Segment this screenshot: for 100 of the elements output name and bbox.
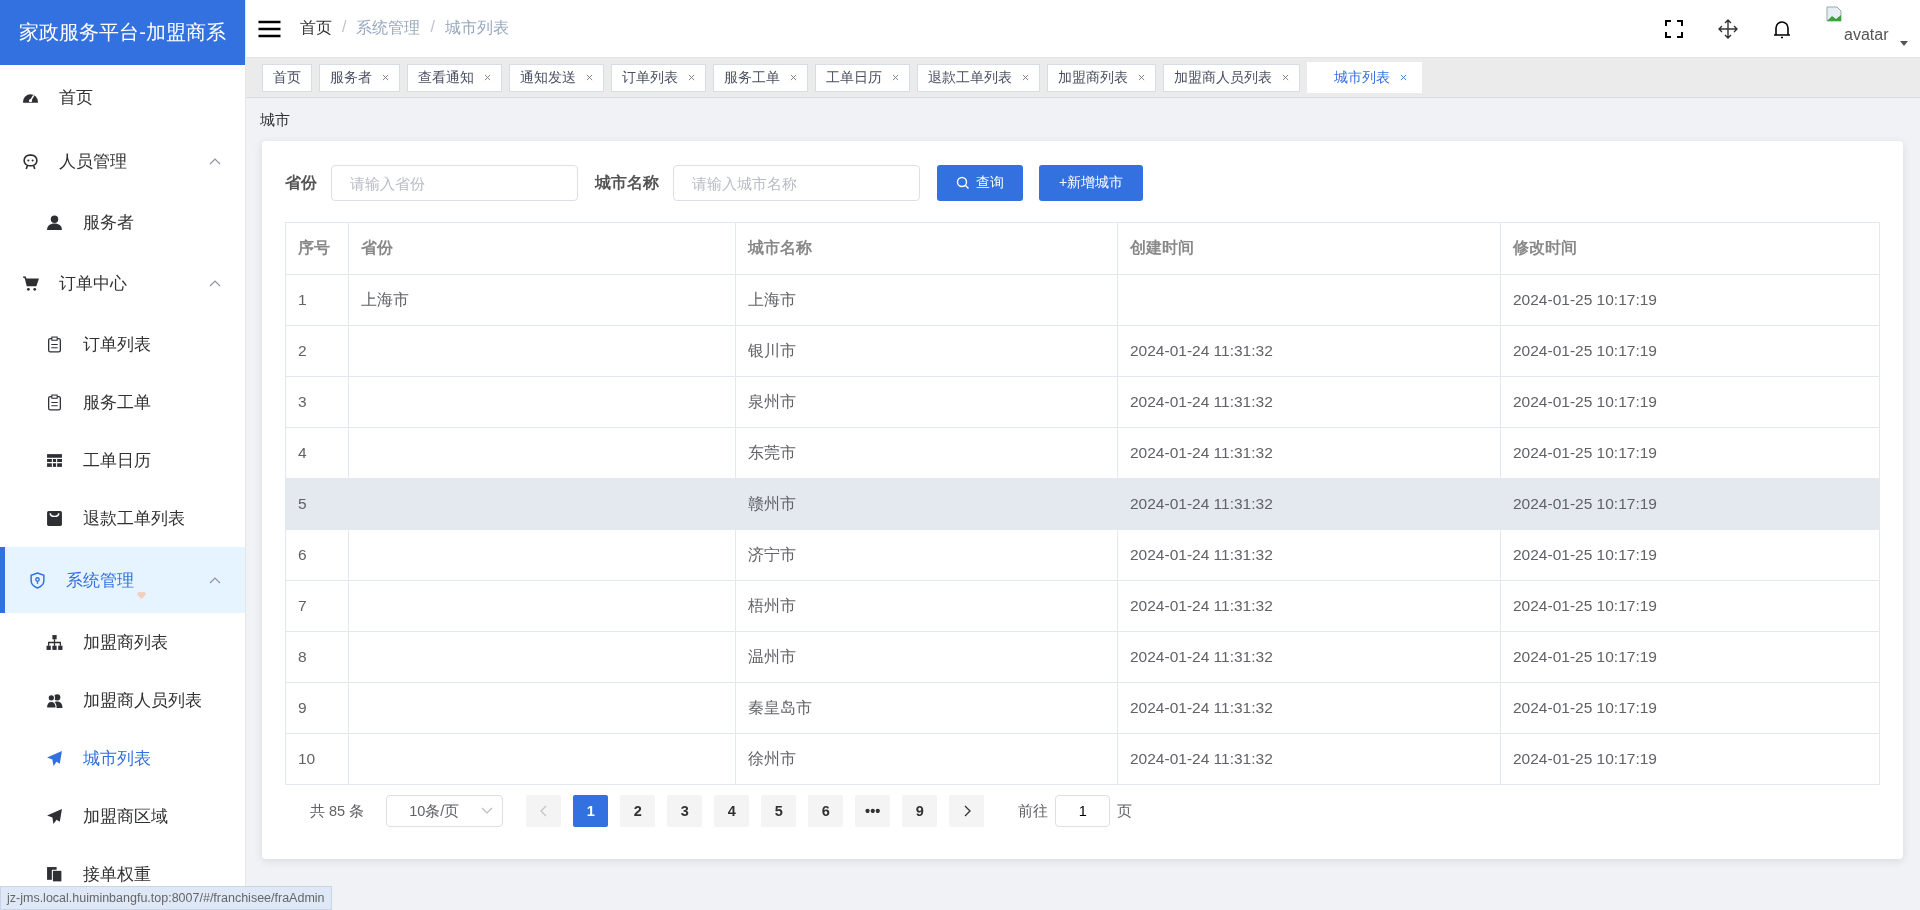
table-cell: 4 [298, 444, 307, 461]
add-city-button[interactable]: +新增城市 [1039, 165, 1144, 201]
page-number-field[interactable]: 1 [1055, 795, 1111, 827]
close-icon[interactable] [790, 74, 797, 81]
page-tab[interactable]: 工单日历 [815, 63, 910, 92]
page-tab[interactable]: 城市列表 [1307, 62, 1422, 93]
menu-item[interactable]: 服务者 [0, 193, 245, 251]
close-icon[interactable] [892, 74, 899, 81]
chevron-right-icon [962, 805, 971, 817]
page-suffix: 页 [1117, 801, 1133, 821]
table-row[interactable]: 6 济宁市 2024-01-24 11:31:32 2024-01-25 10:17:19 [285, 529, 1880, 581]
page-title: 城市 [259, 110, 291, 129]
page-tab[interactable]: 加盟商人员列表 [1163, 63, 1300, 92]
page-button[interactable]: 1 [573, 795, 609, 827]
menu-icon[interactable] [258, 19, 281, 38]
shield-icon [29, 571, 46, 589]
table-cell: 8 [298, 648, 307, 665]
search-button[interactable]: 查询 [937, 165, 1023, 201]
filter-label: 省份 [285, 172, 317, 193]
close-icon[interactable] [1022, 74, 1029, 81]
page-tab[interactable]: 服务者 [319, 63, 400, 92]
page-button[interactable]: 9 [902, 795, 938, 827]
table-cell: 2024-01-25 10:17:19 [1513, 291, 1657, 308]
table-cell: 济宁市 [748, 545, 796, 563]
next-page-button[interactable] [949, 795, 985, 827]
person-icon [46, 213, 63, 231]
menu-item[interactable]: 城市列表 [0, 729, 245, 787]
broken-image-icon [1826, 5, 1842, 22]
page-button[interactable]: 3 [667, 795, 703, 827]
column-header: 城市名称 [735, 222, 1118, 275]
table-cell: 2024-01-25 10:17:19 [1513, 393, 1657, 410]
table-row[interactable]: 5 赣州市 2024-01-24 11:31:32 2024-01-25 10:17:19 [285, 478, 1880, 530]
menu-group[interactable]: 订单中心 [0, 251, 245, 315]
breadcrumb-item[interactable]: 首页 [300, 18, 332, 39]
close-icon[interactable] [382, 74, 389, 81]
close-icon[interactable] [484, 74, 491, 81]
table-cell: 2024-01-24 11:31:32 [1130, 393, 1273, 410]
clipboard-icon [46, 335, 63, 353]
avatar-alt-text[interactable]: avatar [1844, 25, 1889, 44]
close-icon[interactable] [1138, 74, 1145, 81]
users-icon [46, 691, 63, 709]
menu-group[interactable]: 人员管理 [0, 129, 245, 193]
page-button[interactable]: 4 [714, 795, 750, 827]
menu-item[interactable]: 加盟商列表 [0, 613, 245, 671]
table-cell: 7 [298, 597, 307, 614]
close-icon[interactable] [586, 74, 593, 81]
cart-icon [22, 274, 39, 292]
robot-face-icon [22, 152, 39, 170]
page-tab[interactable]: 服务工单 [713, 63, 808, 92]
menu-item[interactable]: 工单日历 [0, 431, 245, 489]
input-field[interactable]: 请输入城市名称 [673, 165, 920, 201]
close-icon[interactable] [1400, 74, 1407, 81]
page-size-select[interactable]: 10条/页 [386, 795, 504, 827]
move-arrows-icon[interactable] [1718, 18, 1738, 39]
fullscreen-icon[interactable] [1664, 18, 1684, 39]
table-row[interactable]: 4 东莞市 2024-01-24 11:31:32 2024-01-25 10:17:19 [285, 427, 1880, 479]
page-button[interactable]: ••• [855, 795, 891, 827]
table-row[interactable]: 9 秦皇岛市 2024-01-24 11:31:32 2024-01-25 10:17:19 [285, 682, 1880, 734]
table-row[interactable]: 3 泉州市 2024-01-24 11:31:32 2024-01-25 10:17:19 [285, 376, 1880, 428]
bag-icon [46, 509, 63, 527]
table-row[interactable]: 7 梧州市 2024-01-24 11:31:32 2024-01-25 10:17:19 [285, 580, 1880, 632]
column-header: 序号 [285, 222, 349, 275]
page-tab[interactable]: 首页 [262, 63, 312, 92]
table-row[interactable]: 8 温州市 2024-01-24 11:31:32 2024-01-25 10:17:19 [285, 631, 1880, 683]
menu-item[interactable]: 首页 [0, 65, 245, 129]
column-header: 省份 [348, 222, 736, 275]
page-tab[interactable]: 退款工单列表 [917, 63, 1040, 92]
close-icon[interactable] [1282, 74, 1289, 81]
input-field[interactable]: 请输入省份 [331, 165, 578, 201]
table-row[interactable]: 1 上海市 上海市 2024-01-25 10:17:19 [285, 274, 1880, 326]
table-row[interactable]: 10 徐州市 2024-01-24 11:31:32 2024-01-25 10:17:19 [285, 733, 1880, 785]
table-cell: 东莞市 [748, 443, 796, 461]
page-tab[interactable]: 订单列表 [611, 63, 706, 92]
table-row[interactable]: 2 银川市 2024-01-24 11:31:32 2024-01-25 10:17:19 [285, 325, 1880, 377]
table-cell: 2024-01-25 10:17:19 [1513, 342, 1657, 359]
menu-item[interactable]: 加盟商区域 [0, 787, 245, 845]
close-icon[interactable] [688, 74, 695, 81]
page-tab[interactable]: 通知发送 [509, 63, 604, 92]
app-title: 家政服务平台-加盟商系 [0, 0, 245, 65]
table-icon [46, 451, 63, 469]
page-button[interactable]: 2 [620, 795, 656, 827]
menu-group[interactable]: 系统管理 [0, 547, 245, 613]
goto-label: 前往 [1018, 801, 1049, 821]
page-tab[interactable]: 查看通知 [407, 63, 502, 92]
table-cell: 6 [298, 546, 307, 563]
table-cell: 2024-01-25 10:17:19 [1513, 495, 1657, 512]
status-url-tooltip: jz-jms.local.huiminbangfu.top:8007/#/franchisee/fraAdmin [0, 886, 332, 910]
menu-item[interactable]: 服务工单 [0, 373, 245, 431]
page-button[interactable]: 6 [808, 795, 844, 827]
page-tab[interactable]: 加盟商列表 [1047, 63, 1156, 92]
breadcrumb-separator: / [430, 18, 435, 37]
table-cell: 2024-01-25 10:17:19 [1513, 546, 1657, 563]
table-cell: 赣州市 [748, 494, 796, 512]
bell-icon[interactable] [1772, 18, 1792, 39]
page-button[interactable]: 5 [761, 795, 797, 827]
menu-item[interactable]: 加盟商人员列表 [0, 671, 245, 729]
menu-item[interactable]: 退款工单列表 [0, 489, 245, 547]
table-cell: 3 [298, 393, 307, 410]
menu-item[interactable]: 订单列表 [0, 315, 245, 373]
dropdown-caret-icon[interactable] [1900, 40, 1908, 46]
